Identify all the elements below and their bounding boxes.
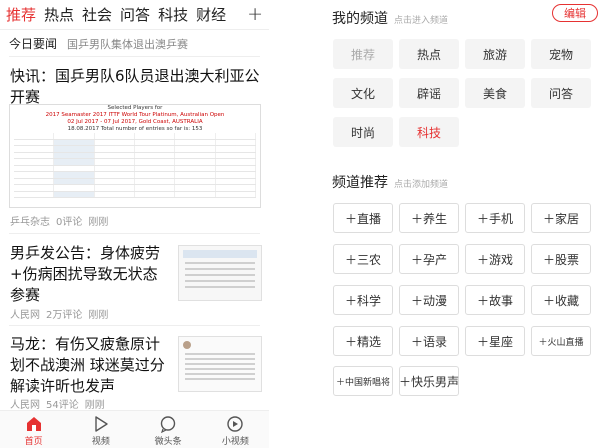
tab-tech[interactable]: 科技 bbox=[158, 4, 188, 25]
nav-weitoutiao-label: 微头条 bbox=[154, 437, 182, 447]
add-channel-chip[interactable]: ＋股票 bbox=[531, 244, 591, 274]
channel-chip-active[interactable]: 科技 bbox=[399, 117, 459, 147]
edit-button[interactable]: 编辑 bbox=[552, 4, 598, 22]
nav-home[interactable]: 首页 bbox=[9, 411, 59, 448]
add-channel-chip[interactable]: ＋科学 bbox=[333, 285, 393, 315]
news-comments: 2万评论 bbox=[46, 310, 83, 321]
image-caption-line: 02 Jul 2017 - 07 Jul 2017, Gold Coast, A… bbox=[67, 119, 203, 125]
add-channel-chip[interactable]: ＋快乐男声 bbox=[399, 366, 459, 396]
channel-manager-panel: 我的频道 点击进入频道 编辑 推荐 热点 旅游 宠物 文化 辟谣 美食 问答 时… bbox=[269, 0, 601, 448]
add-channel-chip[interactable]: ＋故事 bbox=[465, 285, 525, 315]
nav-small-video[interactable]: 小视频 bbox=[210, 411, 260, 448]
news-time: 刚刚 bbox=[84, 400, 105, 411]
news-source: 人民网 bbox=[10, 400, 40, 411]
channel-chip[interactable]: 问答 bbox=[531, 78, 591, 108]
add-channel-chip[interactable]: ＋收藏 bbox=[531, 285, 591, 315]
chat-icon bbox=[160, 416, 176, 433]
add-channel-icon[interactable]: + bbox=[247, 3, 263, 25]
recommend-subtitle: 点击添加频道 bbox=[394, 180, 449, 190]
channel-chip[interactable]: 文化 bbox=[333, 78, 393, 108]
channel-chip[interactable]: 热点 bbox=[399, 39, 459, 69]
news-meta-3: 人民网 54评论 刚刚 bbox=[10, 396, 105, 411]
add-channel-chip[interactable]: ＋动漫 bbox=[399, 285, 459, 315]
divider bbox=[9, 233, 260, 234]
news-image-2[interactable] bbox=[178, 245, 262, 301]
news-source: 乒乓杂志 bbox=[10, 217, 50, 228]
play-icon bbox=[95, 416, 108, 432]
home-icon bbox=[26, 417, 41, 431]
news-meta-1: 乒乓杂志 0评论 刚刚 bbox=[10, 213, 108, 228]
news-time: 刚刚 bbox=[88, 217, 109, 228]
channel-chip[interactable]: 宠物 bbox=[531, 39, 591, 69]
nav-video[interactable]: 视频 bbox=[76, 411, 126, 448]
bottom-nav: 首页 视频 微头条 小视频 bbox=[0, 410, 269, 448]
channel-chip[interactable]: 旅游 bbox=[465, 39, 525, 69]
nav-video-label: 视频 bbox=[91, 437, 110, 447]
my-channels-subtitle: 点击进入频道 bbox=[394, 16, 449, 26]
add-channel-chip[interactable]: ＋星座 bbox=[465, 326, 525, 356]
channel-chip[interactable]: 辟谣 bbox=[399, 78, 459, 108]
image-caption-line: 2017 Seamaster 2017 ITTF World Tour Plat… bbox=[45, 112, 225, 118]
channel-chip[interactable]: 美食 bbox=[465, 78, 525, 108]
add-channel-chip[interactable]: ＋精选 bbox=[333, 326, 393, 356]
my-channels-title: 我的频道 bbox=[332, 11, 388, 27]
channel-tabs: 推荐 热点 社会 问答 科技 财经 + bbox=[0, 0, 269, 30]
news-source: 人民网 bbox=[10, 310, 40, 321]
today-headline: 国乒男队集体退出澳乒赛 bbox=[67, 37, 189, 51]
tab-recommend[interactable]: 推荐 bbox=[6, 4, 36, 25]
news-title-1[interactable]: 快讯：国乒男队6队员退出澳大利亚公开赛 bbox=[10, 66, 260, 108]
tab-qa[interactable]: 问答 bbox=[120, 4, 150, 25]
add-channel-chip[interactable]: ＋中国新唱将 bbox=[333, 366, 393, 396]
news-image-1[interactable]: Selected Players for 2017 Seamaster 2017… bbox=[9, 104, 261, 208]
news-comments: 0评论 bbox=[56, 217, 83, 228]
add-channel-chip[interactable]: ＋游戏 bbox=[465, 244, 525, 274]
news-image-3[interactable] bbox=[178, 336, 262, 392]
channel-chip[interactable]: 时尚 bbox=[333, 117, 393, 147]
divider bbox=[9, 325, 260, 326]
tab-finance[interactable]: 财经 bbox=[196, 4, 226, 25]
small-video-icon bbox=[227, 416, 244, 432]
news-time: 刚刚 bbox=[88, 310, 109, 321]
add-channel-chip[interactable]: ＋养生 bbox=[399, 203, 459, 233]
recommend-header: 频道推荐 点击添加频道 bbox=[332, 172, 448, 192]
my-channels-header: 我的频道 点击进入频道 bbox=[332, 8, 448, 28]
tab-hot[interactable]: 热点 bbox=[44, 4, 74, 25]
add-channel-chip[interactable]: ＋手机 bbox=[465, 203, 525, 233]
recommend-title: 频道推荐 bbox=[332, 175, 388, 191]
add-channel-chip[interactable]: ＋孕产 bbox=[399, 244, 459, 274]
news-comments: 54评论 bbox=[46, 400, 79, 411]
add-channel-chip[interactable]: ＋三农 bbox=[333, 244, 393, 274]
entries-table bbox=[14, 133, 256, 201]
today-news-bar[interactable]: 今日要闻 国乒男队集体退出澳乒赛 bbox=[9, 35, 188, 52]
divider bbox=[9, 56, 260, 57]
nav-home-label: 首页 bbox=[24, 437, 43, 447]
tab-society[interactable]: 社会 bbox=[82, 4, 112, 25]
add-channel-chip[interactable]: ＋直播 bbox=[333, 203, 393, 233]
add-channel-chip[interactable]: ＋家居 bbox=[531, 203, 591, 233]
today-label: 今日要闻 bbox=[9, 37, 58, 51]
image-caption-line: Selected Players for bbox=[107, 105, 163, 111]
nav-small-video-label: 小视频 bbox=[221, 437, 249, 447]
news-title-2[interactable]: 男乒发公告：身体疲劳+伤病困扰导致无状态参赛 bbox=[10, 243, 172, 306]
news-title-3[interactable]: 马龙：有伤又疲惫原计划不战澳洲 球迷莫过分解读许昕也发声 bbox=[10, 334, 172, 397]
nav-weitoutiao[interactable]: 微头条 bbox=[143, 411, 193, 448]
channel-chip[interactable]: 推荐 bbox=[333, 39, 393, 69]
add-channel-chip[interactable]: ＋语录 bbox=[399, 326, 459, 356]
news-feed-panel: 推荐 热点 社会 问答 科技 财经 + 今日要闻 国乒男队集体退出澳乒赛 快讯：… bbox=[0, 0, 269, 448]
image-caption-line: 18.08.2017 Total number of entries so fa… bbox=[67, 126, 203, 132]
add-channel-chip[interactable]: ＋火山直播 bbox=[531, 326, 591, 356]
news-meta-2: 人民网 2万评论 刚刚 bbox=[10, 306, 108, 321]
